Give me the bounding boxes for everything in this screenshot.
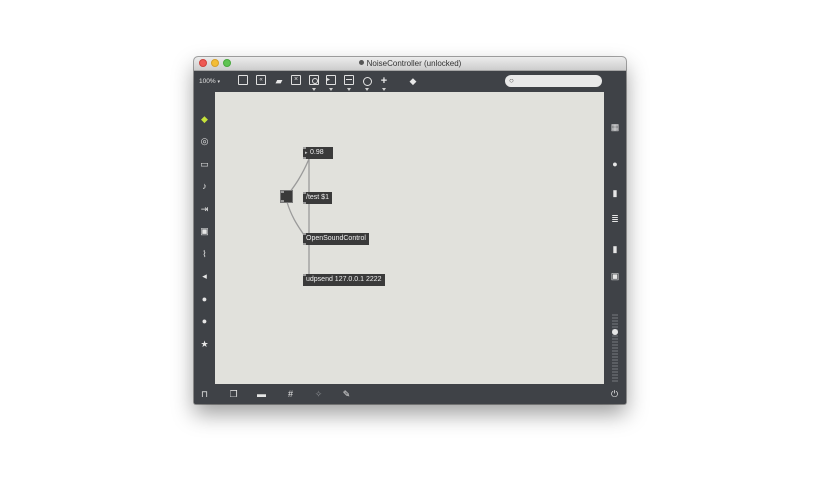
target-icon[interactable]: ◎	[198, 135, 211, 148]
inlet	[303, 192, 306, 194]
outlet	[303, 157, 306, 159]
plug-icon[interactable]: ◂	[198, 270, 211, 283]
toolbar: 100% ▾ « ▰ × ▸ + ◆ ○	[194, 71, 626, 92]
wrench-icon[interactable]: ✎	[340, 388, 353, 400]
udpsend-object[interactable]: udpsend 127.0.0.1 2222	[303, 274, 385, 286]
dial-menu-arrow[interactable]	[365, 88, 369, 91]
outlet	[303, 202, 306, 204]
outlet	[281, 200, 284, 202]
grid-icon[interactable]: #	[284, 388, 297, 400]
toggle-object[interactable]	[280, 190, 293, 203]
reference-icon[interactable]: ▮	[608, 243, 622, 256]
inlet	[303, 233, 306, 235]
playback-icon[interactable]: ⇥	[198, 203, 211, 216]
image-icon[interactable]: ▣	[198, 225, 211, 238]
slider-icon[interactable]: ▭	[198, 158, 211, 171]
number-menu-arrow[interactable]	[347, 88, 351, 91]
patch-cords	[286, 158, 310, 274]
magic-wand-icon[interactable]: ✧	[312, 388, 325, 400]
osc-object-text: OpenSoundControl	[306, 235, 366, 242]
document-dot-icon	[358, 60, 364, 66]
add-menu-arrow[interactable]	[382, 88, 386, 91]
presentation-icon[interactable]: ▬	[255, 388, 268, 400]
message-box[interactable]: /test $1	[303, 192, 332, 204]
window-title-area: NoiseController (unlocked)	[194, 57, 626, 70]
message-text: /test $1	[306, 194, 329, 201]
beap-icon[interactable]: ●	[198, 315, 211, 328]
number-box[interactable]: ▸ 0.98	[303, 147, 333, 159]
left-sidebar: ◆ ◎ ▭ ♪ ⇥ ▣ ⌇ ◂ ● ● ★	[194, 92, 215, 384]
level-meter-icon[interactable]	[612, 314, 618, 382]
inlet	[281, 191, 284, 193]
list-icon[interactable]: ≣	[608, 213, 622, 226]
object-box-icon[interactable]: ×	[291, 75, 301, 85]
number-value: 0.98	[310, 149, 324, 156]
osc-object[interactable]: OpenSoundControl	[303, 233, 369, 245]
dial-icon[interactable]	[361, 75, 373, 87]
cube-icon[interactable]: ◆	[198, 113, 211, 126]
vizzie-icon[interactable]: ●	[198, 293, 211, 306]
camera-icon[interactable]: ▣	[608, 270, 622, 283]
toggle-menu-arrow[interactable]	[329, 88, 333, 91]
power-icon[interactable]: ⏻	[608, 388, 621, 400]
keyboard-grid-icon[interactable]: ▦	[608, 121, 622, 134]
windows-icon[interactable]: ❐	[227, 388, 240, 400]
zoom-menu[interactable]: 100% ▾	[199, 77, 220, 87]
number-box-icon[interactable]	[344, 75, 354, 85]
music-note-icon[interactable]: ♪	[198, 180, 211, 193]
title-bar: NoiseController (unlocked)	[194, 57, 626, 71]
outlet	[303, 243, 306, 245]
bang-menu-arrow[interactable]	[312, 88, 316, 91]
message-box-icon[interactable]: «	[256, 75, 266, 85]
paint-bucket-icon[interactable]: ◆	[407, 75, 419, 87]
level-meter-knob[interactable]	[612, 329, 618, 335]
paperclip-icon[interactable]: ⌇	[198, 248, 211, 261]
book-icon[interactable]: ▮	[608, 187, 622, 200]
window-title: NoiseController (unlocked)	[366, 59, 462, 68]
add-object-icon[interactable]: +	[378, 75, 390, 87]
right-sidebar: ▦ ● ▮ ≣ ▮ ▣	[604, 92, 626, 384]
comment-icon[interactable]: ▰	[273, 75, 285, 87]
chevron-down-icon: ▾	[217, 79, 220, 85]
star-icon[interactable]: ★	[198, 338, 211, 351]
bang-icon[interactable]	[309, 75, 319, 85]
patcher-window: NoiseController (unlocked) 100% ▾ « ▰ × …	[194, 57, 626, 404]
toggle-icon[interactable]: ▸	[326, 75, 336, 85]
lock-icon[interactable]: ⊓	[198, 388, 211, 400]
bottom-bar: ⊓ ❐ ▬ # ✧ ✎ ⏻	[194, 384, 626, 404]
info-icon[interactable]: ●	[608, 158, 622, 171]
search-field[interactable]: ○	[505, 75, 602, 87]
udpsend-object-text: udpsend 127.0.0.1 2222	[306, 276, 382, 283]
magnifier-icon: ○	[509, 76, 514, 85]
inlet	[303, 274, 306, 276]
presentation-view-icon[interactable]	[238, 75, 248, 85]
patcher-canvas[interactable]: ▸ 0.98 /test $1 OpenSoundControl udpsend…	[215, 92, 604, 384]
zoom-level: 100%	[199, 78, 216, 85]
